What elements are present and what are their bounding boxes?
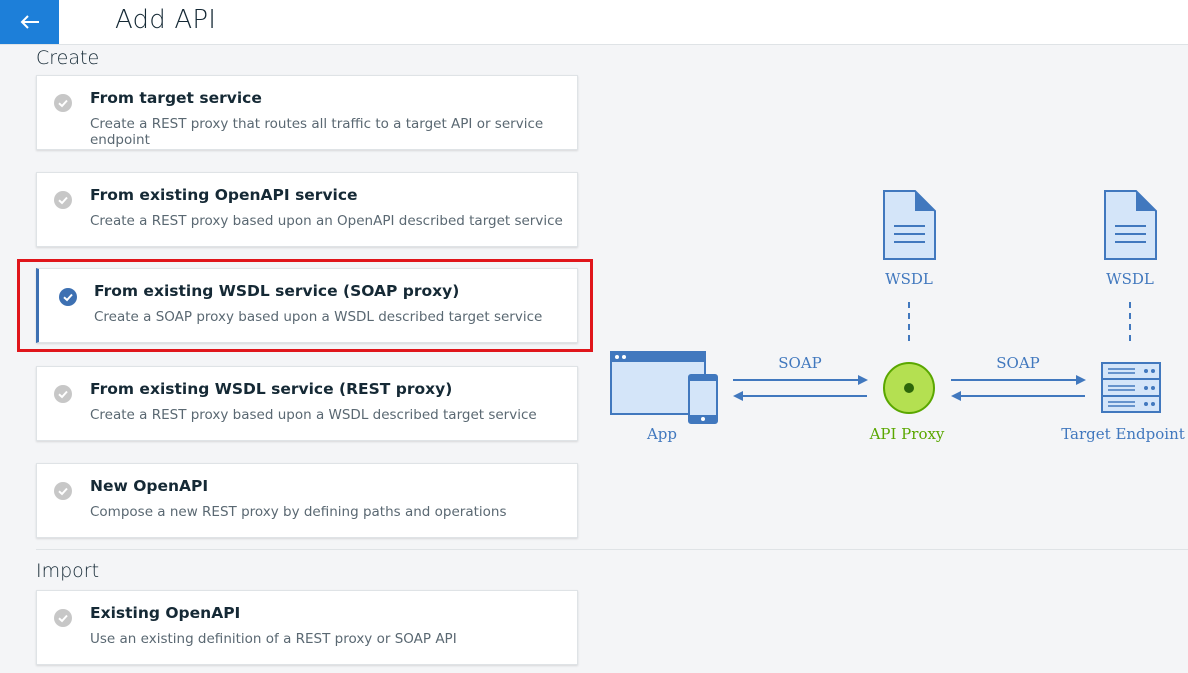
wsdl-label-left: WSDL: [885, 270, 933, 288]
option-description: Create a REST proxy based upon an OpenAP…: [90, 213, 563, 229]
option-title: From existing OpenAPI service: [90, 186, 358, 204]
protocol-label-right: SOAP: [996, 354, 1040, 372]
header-bar: Add API: [0, 0, 1188, 45]
section-divider: [36, 549, 1188, 550]
back-button[interactable]: [0, 0, 59, 44]
arrow-left-icon: [733, 391, 867, 401]
api-proxy-node-icon: [883, 362, 935, 414]
option-title: From existing WSDL service (REST proxy): [90, 380, 453, 398]
option-title: From target service: [90, 89, 262, 107]
arrow-left-icon: [951, 391, 1085, 401]
check-circle-icon: [54, 94, 72, 112]
check-circle-icon: [54, 482, 72, 500]
arrow-left-icon: [20, 15, 39, 29]
page-title: Add API: [115, 5, 217, 35]
arrow-right-icon: [951, 375, 1086, 385]
arrow-right-icon: [733, 375, 868, 385]
api-proxy-label: API Proxy: [869, 425, 945, 443]
check-circle-icon: [54, 609, 72, 627]
option-from-target-service[interactable]: From target service Create a REST proxy …: [36, 75, 578, 150]
option-wsdl-soap-proxy[interactable]: From existing WSDL service (SOAP proxy) …: [36, 268, 578, 343]
option-description: Create a REST proxy that routes all traf…: [90, 116, 544, 148]
server-icon: [1101, 362, 1161, 413]
option-description: Create a SOAP proxy based upon a WSDL de…: [94, 309, 543, 325]
option-existing-openapi[interactable]: Existing OpenAPI Use an existing definit…: [36, 590, 578, 665]
app-label: App: [646, 425, 677, 443]
option-title: From existing WSDL service (SOAP proxy): [94, 282, 460, 300]
option-new-openapi[interactable]: New OpenAPI Compose a new REST proxy by …: [36, 463, 578, 538]
import-section-title: Import: [36, 560, 100, 582]
option-wsdl-rest-proxy[interactable]: From existing WSDL service (REST proxy) …: [36, 366, 578, 441]
option-description: Compose a new REST proxy by defining pat…: [90, 504, 507, 520]
check-circle-icon: [54, 191, 72, 209]
option-title: Existing OpenAPI: [90, 604, 241, 622]
option-title: New OpenAPI: [90, 477, 209, 495]
option-from-existing-openapi[interactable]: From existing OpenAPI service Create a R…: [36, 172, 578, 247]
wsdl-document-icon: [883, 190, 936, 260]
wsdl-document-icon: [1104, 190, 1157, 260]
protocol-label-left: SOAP: [778, 354, 822, 372]
option-description: Use an existing definition of a REST pro…: [90, 631, 457, 647]
app-devices-icon: [610, 351, 718, 424]
option-description: Create a REST proxy based upon a WSDL de…: [90, 407, 537, 423]
create-section-title: Create: [36, 47, 100, 69]
check-circle-icon: [54, 385, 72, 403]
target-endpoint-label: Target Endpoint: [1061, 425, 1185, 443]
wsdl-label-right: WSDL: [1106, 270, 1154, 288]
check-circle-filled-icon: [59, 288, 77, 306]
